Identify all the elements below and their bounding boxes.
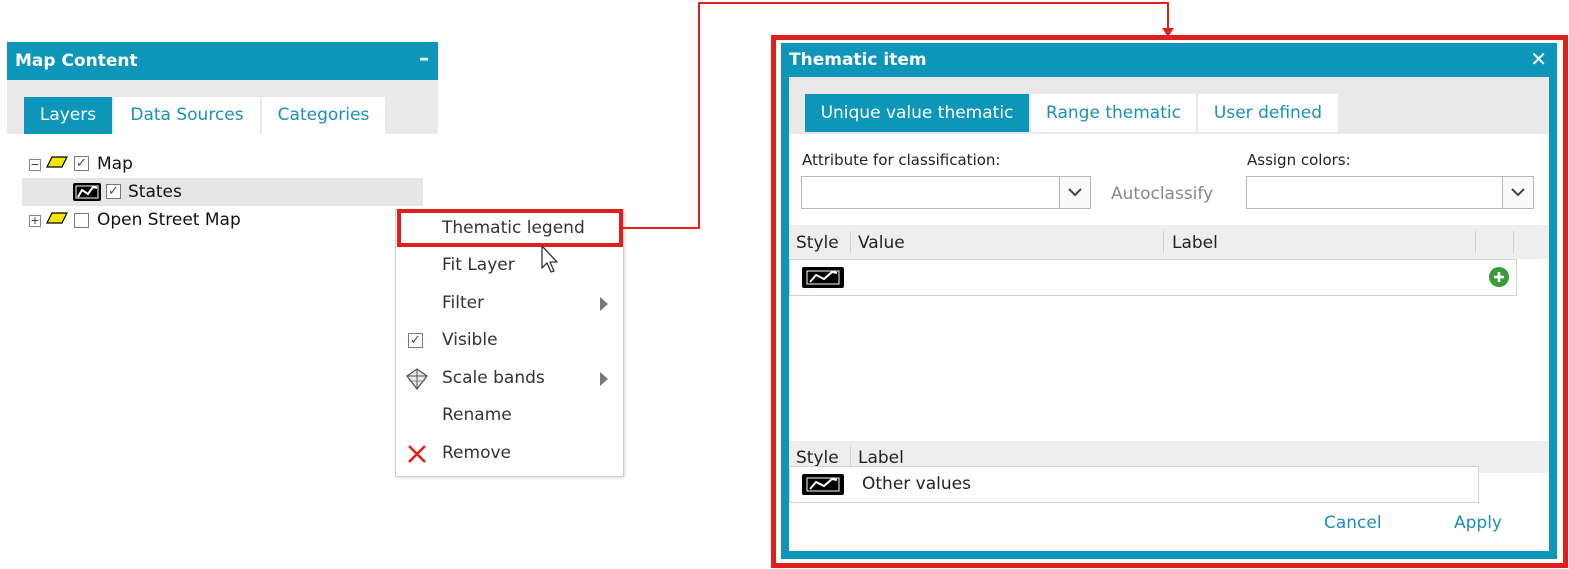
attribute-select[interactable] (801, 176, 1091, 209)
menu-item-label: Visible (442, 330, 498, 350)
close-icon[interactable]: ✕ (1530, 47, 1547, 71)
thematic-item-dialog: Thematic item ✕ Unique value thematic Ra… (781, 43, 1557, 559)
column-header-style: Style (796, 233, 839, 253)
layer-group-icon (46, 212, 68, 224)
remove-x-icon (408, 445, 426, 463)
cancel-button[interactable]: Cancel (1324, 513, 1382, 533)
tab-categories[interactable]: Categories (262, 97, 385, 134)
highlight-frame (397, 209, 623, 247)
column-header-label: Label (858, 448, 904, 468)
assign-colors-select[interactable] (1246, 176, 1534, 209)
tree-item-open-street-map[interactable]: + Open Street Map (22, 207, 402, 233)
column-separator (850, 231, 851, 253)
chevron-down-icon[interactable] (1502, 177, 1533, 208)
menu-item-remove[interactable]: Remove (396, 435, 623, 472)
other-values-label: Other values (862, 474, 971, 494)
thematic-tabbar: Unique value thematic Range thematic Use… (789, 77, 1549, 134)
tab-user-defined[interactable]: User defined (1198, 94, 1338, 132)
polygon-style-icon (73, 183, 101, 201)
autoclassify-button[interactable]: Autoclassify (1111, 184, 1213, 204)
column-header-style: Style (796, 448, 839, 468)
layer-group-icon (46, 156, 68, 168)
tree-item-label: States (128, 182, 182, 202)
menu-item-scale-bands[interactable]: Scale bands (396, 360, 623, 397)
tree-item-map[interactable]: − ✓ Map (22, 151, 422, 177)
column-header-value: Value (858, 233, 905, 253)
tab-range-thematic[interactable]: Range thematic (1031, 94, 1196, 132)
other-values-row[interactable]: Other values (789, 466, 1479, 503)
submenu-arrow-icon (600, 372, 608, 386)
column-separator (1163, 231, 1164, 253)
tree-item-label: Open Street Map (97, 210, 241, 230)
tab-unique-value-thematic[interactable]: Unique value thematic (805, 94, 1029, 132)
value-grid-header: Style Value Label (789, 225, 1549, 259)
dialog-title: Thematic item (789, 50, 927, 70)
polygon-style-icon[interactable] (802, 267, 844, 288)
minimize-button[interactable]: – (419, 46, 429, 70)
scale-bands-icon (406, 368, 428, 391)
value-grid-row[interactable] (789, 259, 1517, 296)
menu-item-label: Fit Layer (442, 255, 515, 275)
menu-item-filter[interactable]: Filter (396, 285, 623, 322)
tab-layers[interactable]: Layers (24, 97, 112, 134)
menu-item-rename[interactable]: Rename (396, 397, 623, 434)
map-content-tabbar: Layers Data Sources Categories (7, 80, 438, 134)
attribute-label: Attribute for classification: (802, 151, 1001, 169)
submenu-arrow-icon (600, 297, 608, 311)
tree-item-label: Map (97, 154, 133, 174)
map-content-header: Map Content – (7, 42, 438, 80)
apply-button[interactable]: Apply (1454, 513, 1502, 533)
tab-data-sources[interactable]: Data Sources (114, 97, 260, 134)
column-header-label: Label (1172, 233, 1218, 253)
column-separator (1513, 231, 1514, 253)
expand-toggle[interactable]: + (29, 215, 41, 227)
chevron-down-icon[interactable] (1059, 177, 1090, 208)
tree-item-states[interactable]: ✓ States (22, 178, 423, 206)
column-separator (850, 446, 851, 468)
menu-item-label: Filter (442, 293, 485, 313)
column-separator (1475, 231, 1476, 253)
mouse-cursor-icon (541, 245, 558, 273)
map-content-panel: Map Content – Layers Data Sources Catego… (7, 42, 438, 238)
menu-item-label: Scale bands (442, 368, 545, 388)
map-checkbox[interactable]: ✓ (74, 156, 89, 171)
map-content-title: Map Content (15, 51, 138, 71)
menu-item-visible[interactable]: ✓ Visible (396, 322, 623, 359)
menu-item-fit-layer[interactable]: Fit Layer (396, 247, 623, 284)
visible-checkbox[interactable]: ✓ (408, 333, 423, 348)
polygon-style-icon[interactable] (802, 474, 844, 495)
menu-item-label: Rename (442, 405, 512, 425)
menu-item-label: Remove (442, 443, 511, 463)
layer-context-menu: Thematic legend Fit Layer Filter ✓ Visib… (395, 209, 624, 477)
dialog-body: Unique value thematic Range thematic Use… (789, 77, 1549, 551)
collapse-toggle[interactable]: − (29, 159, 41, 171)
add-icon[interactable] (1488, 266, 1510, 288)
osm-checkbox[interactable] (74, 213, 89, 228)
assign-colors-label: Assign colors: (1247, 151, 1351, 169)
states-checkbox[interactable]: ✓ (106, 184, 121, 199)
